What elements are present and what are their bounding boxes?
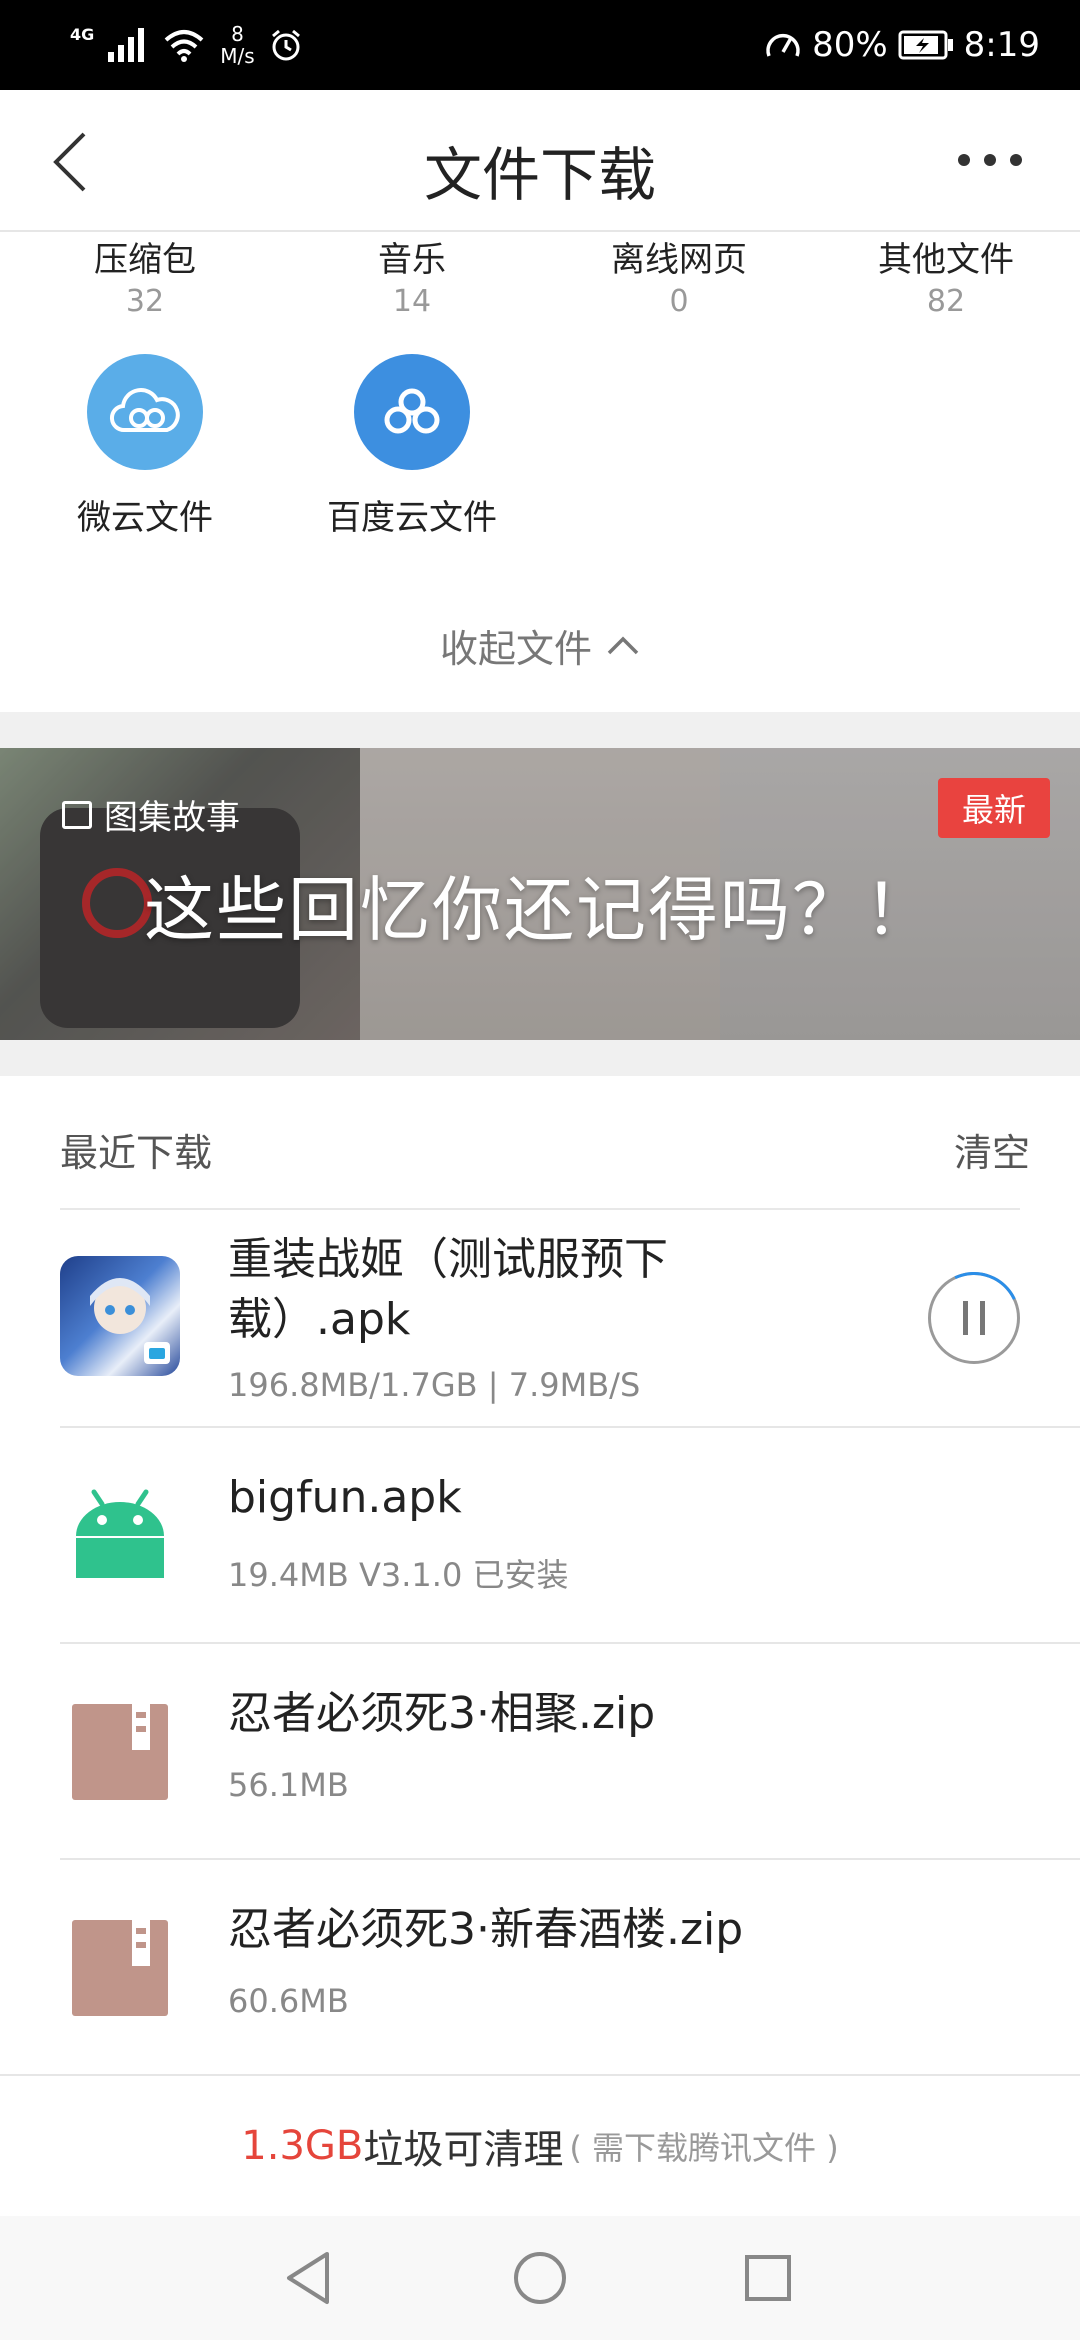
app-header: 文件下载 <box>0 90 1080 232</box>
baidu-cloud-icon <box>354 354 470 470</box>
cleanup-banner[interactable]: 1.3GB 垃圾可清理 ( 需下载腾讯文件 ) <box>0 2074 1080 2216</box>
network-type: 4G <box>70 25 95 44</box>
android-icon <box>60 1474 180 1594</box>
status-right: 80% 8:19 <box>764 18 1040 72</box>
banner-tag: 图集故事 <box>62 790 240 839</box>
nav-home-button[interactable] <box>504 2242 576 2314</box>
alarm-icon <box>271 29 300 61</box>
wifi-icon <box>164 30 204 62</box>
square-recents-icon <box>745 2255 791 2301</box>
battery-icon <box>898 30 953 60</box>
section-gap <box>0 1040 1080 1076</box>
more-options-button[interactable] <box>940 130 1040 190</box>
story-banner[interactable]: 图集故事 这些回忆你还记得吗？！ 最新 <box>0 748 1080 1040</box>
section-title: 最近下载 <box>60 1131 213 1175</box>
network-speed: 8 M/s <box>220 22 255 68</box>
cleanup-text: 垃圾可清理 <box>363 2127 564 2173</box>
weiyun-files[interactable]: 微云文件 <box>25 354 265 539</box>
cleanup-note: ( 需下载腾讯文件 ) <box>569 2129 839 2167</box>
clear-button[interactable]: 清空 <box>954 1122 1030 1177</box>
data-saver-icon <box>766 33 800 57</box>
file-progress: 196.8MB/1.7GB | 7.9MB/S <box>228 1366 641 1404</box>
pause-button[interactable] <box>915 1259 1033 1377</box>
status-left: 4G 8 M/s <box>70 18 303 72</box>
collapse-files-button[interactable]: 收起文件 <box>0 610 1080 680</box>
dot-icon <box>1010 154 1022 166</box>
file-name: 忍者必须死3·相聚.zip <box>228 1688 656 1739</box>
circle-home-icon <box>514 2252 566 2304</box>
file-size: 60.6MB <box>228 1982 349 2020</box>
zip-icon <box>72 1920 168 2016</box>
triangle-back-icon <box>287 2252 329 2304</box>
file-name: bigfun.apk <box>228 1472 462 1523</box>
gallery-icon <box>62 800 92 829</box>
download-item[interactable]: 忍者必须死3·相聚.zip 56.1MB <box>0 1644 1080 1860</box>
nav-recents-button[interactable] <box>732 2242 804 2314</box>
category-other-files[interactable]: 其他文件 82 <box>836 238 1056 322</box>
game-app-icon <box>60 1256 180 1376</box>
battery-percent: 80% <box>812 25 888 65</box>
file-name: 重装战姬（测试服预下载）.apk <box>228 1234 668 1345</box>
status-bar: 4G 8 M/s 80% 8:19 <box>0 0 1080 90</box>
nav-back-button[interactable] <box>272 2242 344 2314</box>
file-size: 56.1MB <box>228 1766 349 1804</box>
junk-size: 1.3GB <box>241 2123 364 2169</box>
download-item[interactable]: 重装战姬（测试服预下载）.apk 196.8MB/1.7GB | 7.9MB/S <box>0 1210 1080 1426</box>
progress-ring <box>915 1259 1033 1377</box>
new-badge: 最新 <box>938 778 1050 838</box>
dot-icon <box>984 154 996 166</box>
chevron-up-icon <box>607 636 639 655</box>
file-name: 忍者必须死3·新春酒楼.zip <box>228 1904 744 1955</box>
weiyun-icon <box>87 354 203 470</box>
section-gap <box>0 712 1080 748</box>
baidu-cloud-files[interactable]: 百度云文件 <box>292 354 532 539</box>
file-info: 19.4MB V3.1.0 已安装 <box>228 1556 569 1594</box>
signal-icon <box>108 28 145 62</box>
category-archives[interactable]: 压缩包 32 <box>35 238 255 322</box>
category-offline-pages[interactable]: 离线网页 0 <box>569 238 789 322</box>
file-categories: 压缩包 32 音乐 14 离线网页 0 其他文件 82 <box>0 232 1080 332</box>
clock: 8:19 <box>963 25 1040 65</box>
recent-downloads-header: 最近下载 清空 <box>0 1076 1080 1208</box>
banner-title: 这些回忆你还记得吗？！ <box>144 869 936 951</box>
zip-icon <box>72 1704 168 1800</box>
category-music[interactable]: 音乐 14 <box>302 238 522 322</box>
dot-icon <box>958 154 970 166</box>
page-title: 文件下载 <box>423 141 656 209</box>
download-item[interactable]: bigfun.apk 19.4MB V3.1.0 已安装 <box>0 1428 1080 1644</box>
download-item[interactable]: 忍者必须死3·新春酒楼.zip 60.6MB <box>0 1860 1080 2074</box>
system-nav-bar <box>0 2216 1080 2340</box>
cloud-services: 微云文件 百度云文件 <box>0 350 1080 538</box>
